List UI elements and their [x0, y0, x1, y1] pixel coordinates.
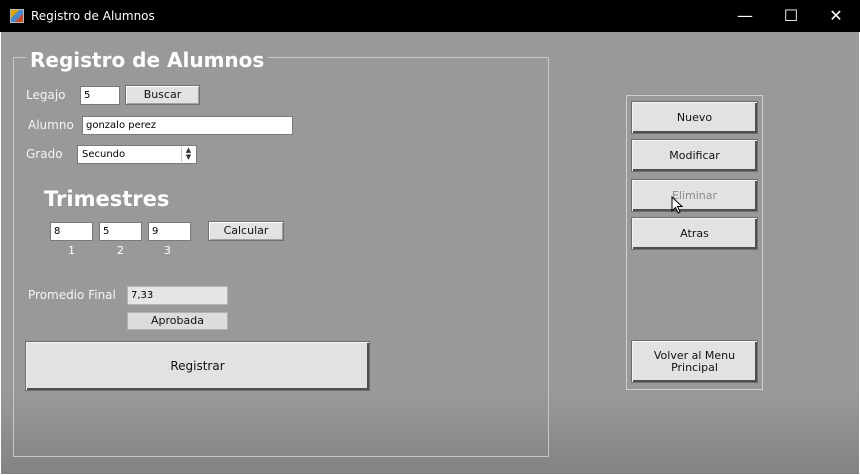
trimestre-1-input[interactable]: 8	[50, 222, 93, 241]
spinner-arrows-icon[interactable]: ▲ ▼	[181, 147, 195, 162]
registrar-button[interactable]: Registrar	[25, 341, 370, 391]
estado-indicator: Aprobada	[127, 312, 228, 330]
promedio-label: Promedio Final	[28, 288, 116, 302]
mouse-cursor-icon	[671, 196, 683, 214]
nuevo-button[interactable]: Nuevo	[631, 101, 758, 134]
eliminar-button[interactable]: Eliminar	[631, 179, 758, 212]
volver-menu-button[interactable]: Volver al Menu Principal	[631, 340, 758, 383]
grado-value: Secundo	[82, 149, 126, 160]
group-title: Registro de Alumnos	[26, 48, 269, 72]
modificar-button[interactable]: Modificar	[631, 139, 758, 172]
maximize-button[interactable]: ☐	[768, 0, 814, 32]
trimestre-2-input[interactable]: 5	[99, 222, 142, 241]
buscar-button[interactable]: Buscar	[125, 85, 200, 105]
trimestre-3-input[interactable]: 9	[148, 222, 191, 241]
form-client-area: Registro de Alumnos Legajo 5 Buscar Alum…	[1, 32, 859, 474]
app-icon	[10, 9, 24, 23]
legajo-input[interactable]: 5	[80, 86, 120, 105]
grado-spinner[interactable]: Secundo ▲ ▼	[77, 145, 197, 164]
app-window: Registro de Alumnos — ☐ ✕ Registro de Al…	[0, 0, 860, 475]
trimestre-3-number: 3	[164, 244, 171, 257]
trimestres-title: Trimestres	[44, 187, 170, 211]
alumno-input[interactable]: gonzalo perez	[82, 116, 293, 135]
trimestre-2-number: 2	[117, 244, 124, 257]
atras-button[interactable]: Atras	[631, 217, 758, 250]
calcular-button[interactable]: Calcular	[208, 221, 284, 241]
promedio-output: 7,33	[127, 286, 228, 305]
close-button[interactable]: ✕	[813, 0, 859, 32]
minimize-button[interactable]: —	[722, 0, 768, 32]
grado-label: Grado	[26, 147, 63, 161]
trimestre-1-number: 1	[68, 244, 75, 257]
window-title: Registro de Alumnos	[31, 9, 155, 23]
title-bar[interactable]: Registro de Alumnos — ☐ ✕	[0, 0, 860, 32]
alumno-label: Alumno	[28, 118, 74, 132]
legajo-label: Legajo	[26, 88, 66, 102]
